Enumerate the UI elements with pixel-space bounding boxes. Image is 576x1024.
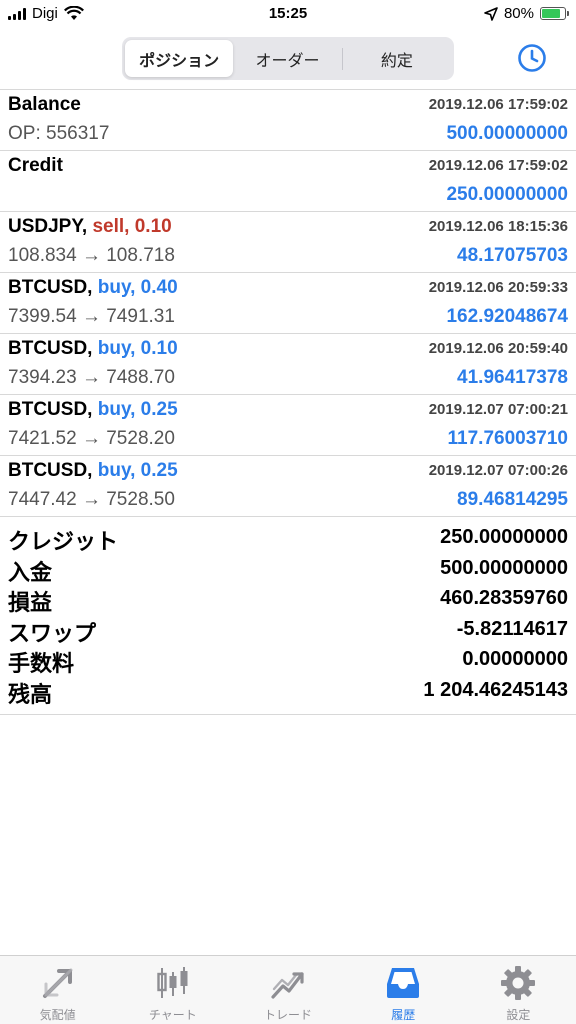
segment-deals[interactable]: 約定 <box>343 40 451 77</box>
deal-amount: 500.00000000 <box>446 123 568 144</box>
summary-label: 損益 <box>8 590 53 615</box>
deal-row[interactable]: USDJPY, sell, 0.10 2019.12.06 18:15:36 1… <box>0 212 576 273</box>
deal-prices: 7394.23 → 7488.70 <box>8 367 175 388</box>
deal-date: 2019.12.06 17:59:02 <box>428 157 568 174</box>
deal-prices: 7399.54 → 7491.31 <box>8 306 175 327</box>
tab-chart[interactable]: チャート <box>115 956 230 1024</box>
deal-symbol: BTCUSD, <box>8 277 93 298</box>
deal-detail: OP: 556317 <box>8 123 110 144</box>
summary-label: 手数料 <box>8 651 75 676</box>
summary-label: クレジット <box>8 529 119 554</box>
deal-prices: 7421.52 → 7528.20 <box>8 428 175 449</box>
deal-row-credit[interactable]: Credit 2019.12.06 17:59:02 250.00000000 <box>0 151 576 212</box>
summary-credit: クレジット 250.00000000 <box>0 524 576 555</box>
deal-row-balance[interactable]: Balance 2019.12.06 17:59:02 OP: 556317 5… <box>0 90 576 151</box>
deal-amount: 41.96417378 <box>457 367 568 388</box>
deal-date: 2019.12.07 07:00:21 <box>428 401 568 418</box>
tab-settings[interactable]: 設定 <box>461 956 576 1024</box>
location-icon <box>484 6 498 21</box>
tab-quotes[interactable]: 気配値 <box>0 956 115 1024</box>
summary-swap: スワップ -5.82114617 <box>0 616 576 647</box>
summary-value: -5.82114617 <box>456 617 568 640</box>
tab-trade[interactable]: トレード <box>230 956 345 1024</box>
deal-date: 2019.12.06 20:59:40 <box>428 340 568 357</box>
tab-bar: 気配値 チャート トレード 履歴 設定 <box>0 955 576 1024</box>
deal-date: 2019.12.06 17:59:02 <box>428 96 568 113</box>
battery-percent: 80% <box>503 5 534 22</box>
deal-amount: 117.76003710 <box>447 428 568 449</box>
chart-icon <box>157 967 188 998</box>
summary-divider <box>0 714 576 715</box>
deal-symbol: Credit <box>8 155 63 176</box>
deal-amount: 250.00000000 <box>446 184 568 205</box>
summary-label: スワップ <box>8 620 97 646</box>
settings-icon <box>501 966 536 1000</box>
deal-side: buy, 0.25 <box>97 460 178 481</box>
tab-label: 設定 <box>506 1008 531 1022</box>
summary-label: 入金 <box>8 559 53 585</box>
summary-value: 250.00000000 <box>440 526 568 548</box>
deal-prices: 108.834 → 108.718 <box>8 245 175 266</box>
tab-label: チャート <box>148 1008 197 1022</box>
deal-amount: 48.17075703 <box>457 245 568 266</box>
summary-profit: 損益 460.28359760 <box>0 585 576 616</box>
deal-side: buy, 0.10 <box>97 338 178 359</box>
deal-row[interactable]: BTCUSD, buy, 0.25 2019.12.07 07:00:21 74… <box>0 395 576 456</box>
status-bar: Digi 15:25 80% <box>0 0 576 30</box>
summary-value: 1 204.46245143 <box>423 678 568 701</box>
deal-side: sell, 0.10 <box>92 216 172 237</box>
period-clock-icon[interactable] <box>517 43 547 73</box>
summary-value: 0.00000000 <box>462 648 568 670</box>
summary-balance: 残高 1 204.46245143 <box>0 677 576 708</box>
summary-value: 460.28359760 <box>440 587 568 609</box>
deal-prices: 7447.42 → 7528.50 <box>8 489 175 510</box>
summary-label: 残高 <box>8 681 53 707</box>
deal-date: 2019.12.06 18:15:36 <box>428 218 568 235</box>
tab-label: 気配値 <box>39 1008 76 1022</box>
summary-commission: 手数料 0.00000000 <box>0 646 576 677</box>
deal-symbol: BTCUSD, <box>8 338 93 359</box>
history-segmented-control: ポジション オーダー 約定 <box>122 37 454 80</box>
tab-label: トレード <box>264 1008 313 1022</box>
battery-icon <box>540 7 569 20</box>
deal-symbol: USDJPY, <box>8 216 88 237</box>
summary-value: 500.00000000 <box>440 556 568 579</box>
quotes-icon <box>42 968 73 998</box>
deal-symbol: BTCUSD, <box>8 460 93 481</box>
deal-row[interactable]: BTCUSD, buy, 0.40 2019.12.06 20:59:33 73… <box>0 273 576 334</box>
deals-list: Balance 2019.12.06 17:59:02 OP: 556317 5… <box>0 90 576 517</box>
tab-history[interactable]: 履歴 <box>346 956 461 1024</box>
summary-deposit: 入金 500.00000000 <box>0 555 576 586</box>
deal-row[interactable]: BTCUSD, buy, 0.25 2019.12.07 07:00:26 74… <box>0 456 576 517</box>
deal-date: 2019.12.07 07:00:26 <box>428 462 568 479</box>
deal-date: 2019.12.06 20:59:33 <box>428 279 568 296</box>
deal-amount: 89.46814295 <box>457 489 568 510</box>
deal-amount: 162.92048674 <box>446 306 568 327</box>
deal-symbol: BTCUSD, <box>8 399 93 420</box>
deal-row[interactable]: BTCUSD, buy, 0.10 2019.12.06 20:59:40 73… <box>0 334 576 395</box>
trade-icon <box>271 972 304 999</box>
segment-orders[interactable]: オーダー <box>233 40 341 77</box>
segment-positions[interactable]: ポジション <box>125 40 234 77</box>
tab-label: 履歴 <box>391 1008 416 1022</box>
summary-section: クレジット 250.00000000 入金 500.00000000 損益 46… <box>0 524 576 707</box>
history-icon <box>387 968 420 998</box>
deal-side: buy, 0.25 <box>97 399 178 420</box>
deal-side: buy, 0.40 <box>97 277 178 298</box>
deal-symbol: Balance <box>8 94 81 115</box>
